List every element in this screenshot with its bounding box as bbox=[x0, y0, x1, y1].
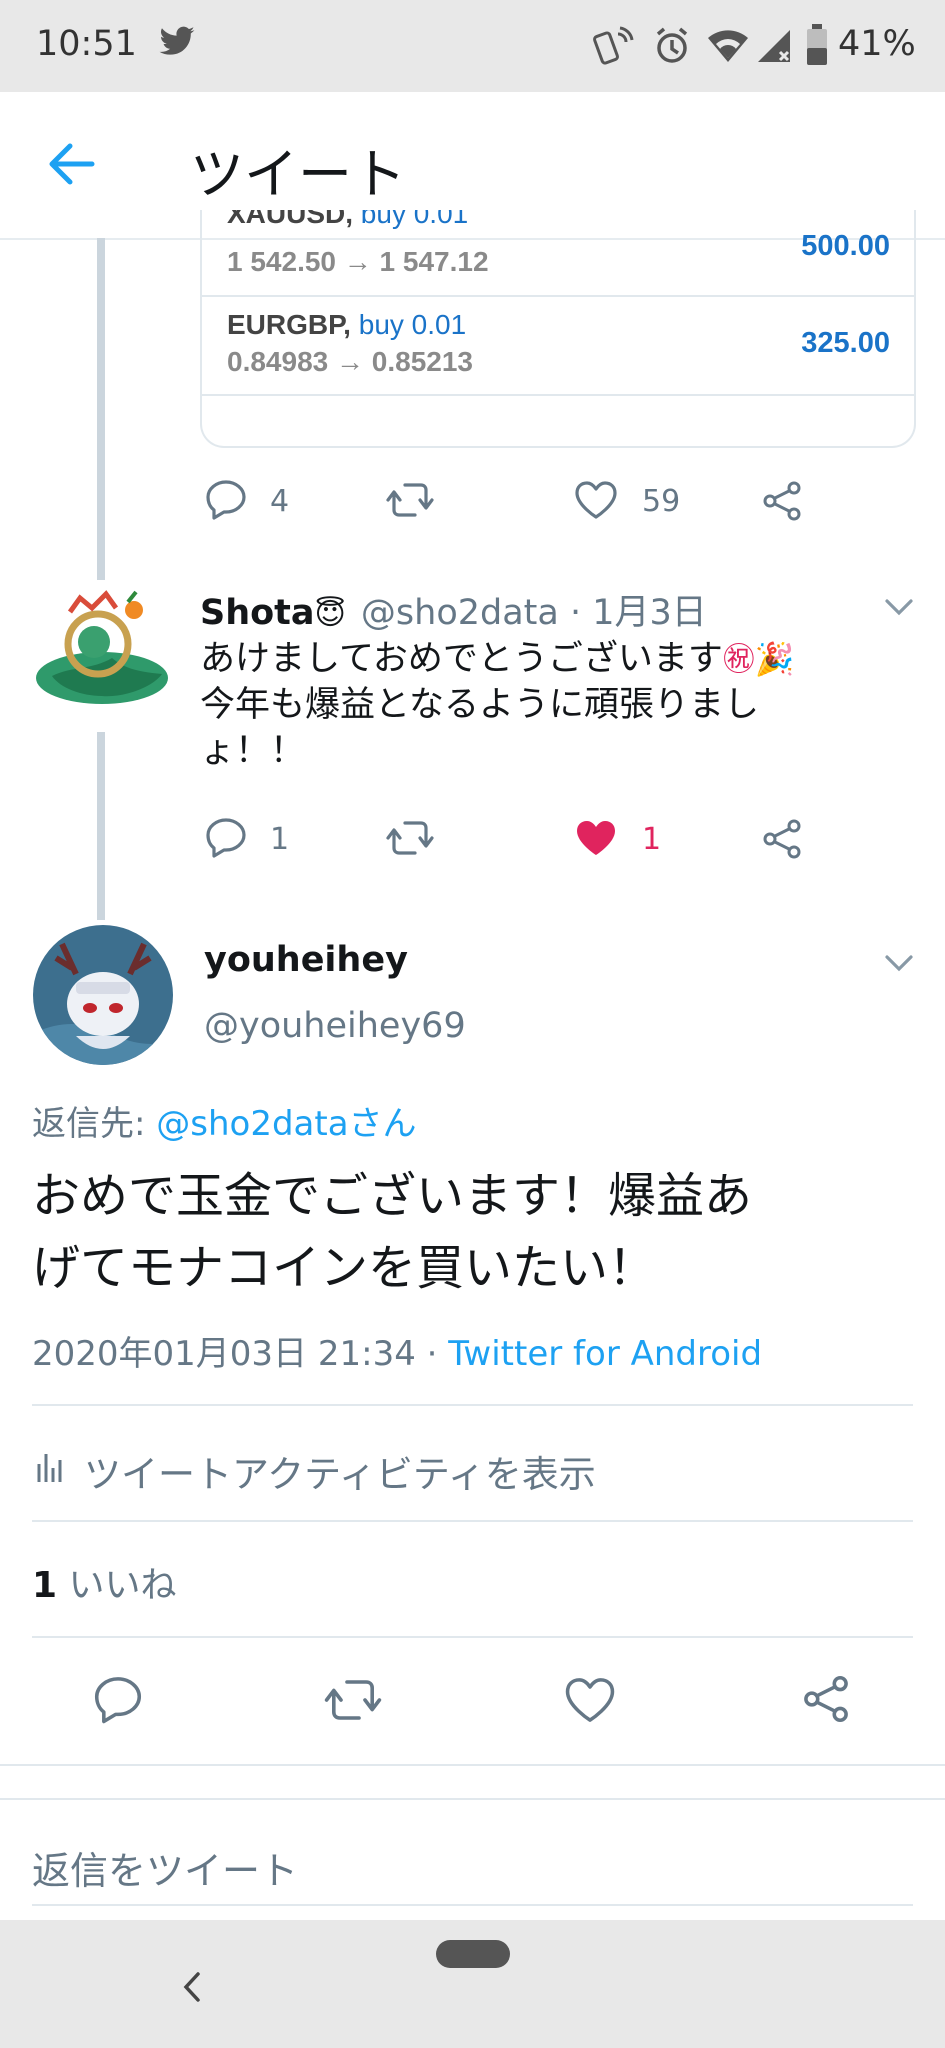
reply-icon[interactable] bbox=[204, 816, 248, 858]
system-nav-bar bbox=[0, 1920, 945, 2048]
trade-side: buy 0.01 bbox=[360, 210, 469, 229]
phone-vibrate-icon bbox=[592, 26, 636, 66]
tweet-actions: 1 1 bbox=[200, 812, 912, 868]
heart-icon[interactable] bbox=[564, 1676, 616, 1724]
trade-card[interactable]: XAUUSD, buy 0.01 1 542.50 → 1 547.12 500… bbox=[200, 210, 916, 448]
trade-profit: 500.00 bbox=[801, 230, 890, 262]
page-title: ツイート bbox=[190, 143, 406, 206]
trade-profit: 325.00 bbox=[801, 327, 890, 359]
reply-input[interactable]: 返信をツイート bbox=[32, 1836, 913, 1906]
tweet-text-line: 今年も爆益となるように頑張りまし bbox=[200, 685, 759, 725]
wifi-icon bbox=[706, 28, 750, 64]
tweet-text-line: おめで玉金でございます！爆益あ bbox=[32, 1168, 753, 1224]
home-pill-icon[interactable] bbox=[436, 1940, 510, 1968]
status-time: 10:51 bbox=[36, 24, 137, 64]
share-icon[interactable] bbox=[760, 818, 804, 860]
trade-prices: 0.84983 → 0.85213 bbox=[227, 346, 473, 377]
retweet-icon[interactable] bbox=[324, 1676, 382, 1724]
divider bbox=[32, 1520, 913, 1522]
reply-to-link[interactable]: @sho2dataさん bbox=[156, 1104, 416, 1144]
avatar[interactable] bbox=[32, 924, 174, 1066]
twitter-bird-icon bbox=[158, 26, 196, 58]
heart-icon[interactable] bbox=[574, 480, 618, 520]
bar-chart-icon bbox=[36, 1450, 64, 1484]
tweet-header: Shota😇 @sho2data · 1月3日 bbox=[200, 584, 900, 634]
tweet-meta: 2020年01月03日 21:34 · Twitter for Android bbox=[32, 1326, 762, 1375]
trade-row: XAUUSD, buy 0.01 1 542.50 → 1 547.12 500… bbox=[202, 210, 914, 297]
activity-label: ツイートアクティビティを表示 bbox=[84, 1453, 596, 1496]
user-name[interactable]: youheihey bbox=[204, 940, 408, 980]
arrow-left-icon[interactable] bbox=[48, 142, 96, 186]
tweet-source-link[interactable]: Twitter for Android bbox=[448, 1334, 762, 1374]
divider bbox=[32, 1636, 913, 1638]
thread-line bbox=[97, 238, 105, 580]
avatar[interactable] bbox=[32, 580, 174, 722]
retweet-icon[interactable] bbox=[386, 480, 434, 520]
reply-placeholder: 返信をツイート bbox=[32, 1849, 299, 1893]
reply-prefix: 返信先: bbox=[32, 1104, 157, 1144]
heart-filled-icon[interactable] bbox=[574, 818, 618, 858]
reply-count: 1 bbox=[270, 822, 290, 857]
battery-percent: 41% bbox=[838, 24, 916, 64]
trade-symbol: EURGBP, bbox=[227, 309, 351, 340]
trade-row: EURGBP, buy 0.01 0.84983 → 0.85213 325.0… bbox=[202, 297, 914, 396]
divider bbox=[32, 1404, 913, 1406]
status-bar: 10:51 41% bbox=[0, 0, 945, 92]
trade-symbol: XAUUSD, bbox=[227, 210, 354, 229]
alarm-icon bbox=[652, 26, 692, 66]
signal-icon bbox=[756, 28, 792, 64]
tweet-actions: 4 59 bbox=[200, 474, 912, 530]
handle-date: @sho2data · 1月3日 bbox=[360, 593, 707, 633]
back-nav-icon[interactable] bbox=[180, 1970, 204, 2004]
user-handle[interactable]: @youheihey69 bbox=[204, 1006, 466, 1046]
reply-icon[interactable] bbox=[204, 478, 248, 520]
chevron-down-icon[interactable] bbox=[884, 598, 914, 616]
share-icon[interactable] bbox=[760, 480, 804, 522]
reply-to: 返信先: @sho2dataさん bbox=[32, 1096, 417, 1145]
likes-label: いいね bbox=[57, 1565, 177, 1606]
thread-line bbox=[97, 732, 105, 920]
tweet-text-line: げてモナコインを買いたい！ bbox=[32, 1240, 657, 1296]
chevron-down-icon[interactable] bbox=[884, 954, 914, 972]
user-name[interactable]: Shota bbox=[200, 593, 315, 633]
reply-icon[interactable] bbox=[92, 1674, 144, 1724]
timestamp: 2020年01月03日 21:34 · bbox=[32, 1334, 449, 1374]
tweet-text-line: あけましておめでとうございます bbox=[200, 639, 723, 679]
name-emoji: 😇 bbox=[314, 597, 346, 632]
like-count: 1 bbox=[642, 822, 662, 857]
main-tweet-text: おめで玉金でございます！爆益あ げてモナコインを買いたい！ bbox=[32, 1160, 922, 1304]
tweet-text-line: ょ！！ bbox=[200, 731, 306, 771]
trade-prices: 1 542.50 → 1 547.12 bbox=[227, 246, 489, 277]
battery-icon bbox=[806, 24, 828, 66]
likes-summary[interactable]: 1 いいね bbox=[32, 1556, 177, 1608]
tweet-activity-link[interactable]: ツイートアクティビティを表示 bbox=[32, 1440, 913, 1496]
like-count: 59 bbox=[642, 484, 681, 519]
trade-side: buy 0.01 bbox=[358, 309, 467, 340]
likes-count: 1 bbox=[32, 1565, 58, 1606]
share-icon[interactable] bbox=[800, 1674, 852, 1724]
main-tweet-actions bbox=[0, 1666, 945, 1736]
tweet-text: あけましておめでとうございます㊗🎉 今年も爆益となるように頑張りまし ょ！！ bbox=[200, 636, 920, 774]
reply-count: 4 bbox=[270, 484, 290, 519]
celebration-emoji: ㊗🎉 bbox=[722, 640, 795, 678]
retweet-icon[interactable] bbox=[386, 818, 434, 858]
section-gap bbox=[0, 1766, 945, 1800]
